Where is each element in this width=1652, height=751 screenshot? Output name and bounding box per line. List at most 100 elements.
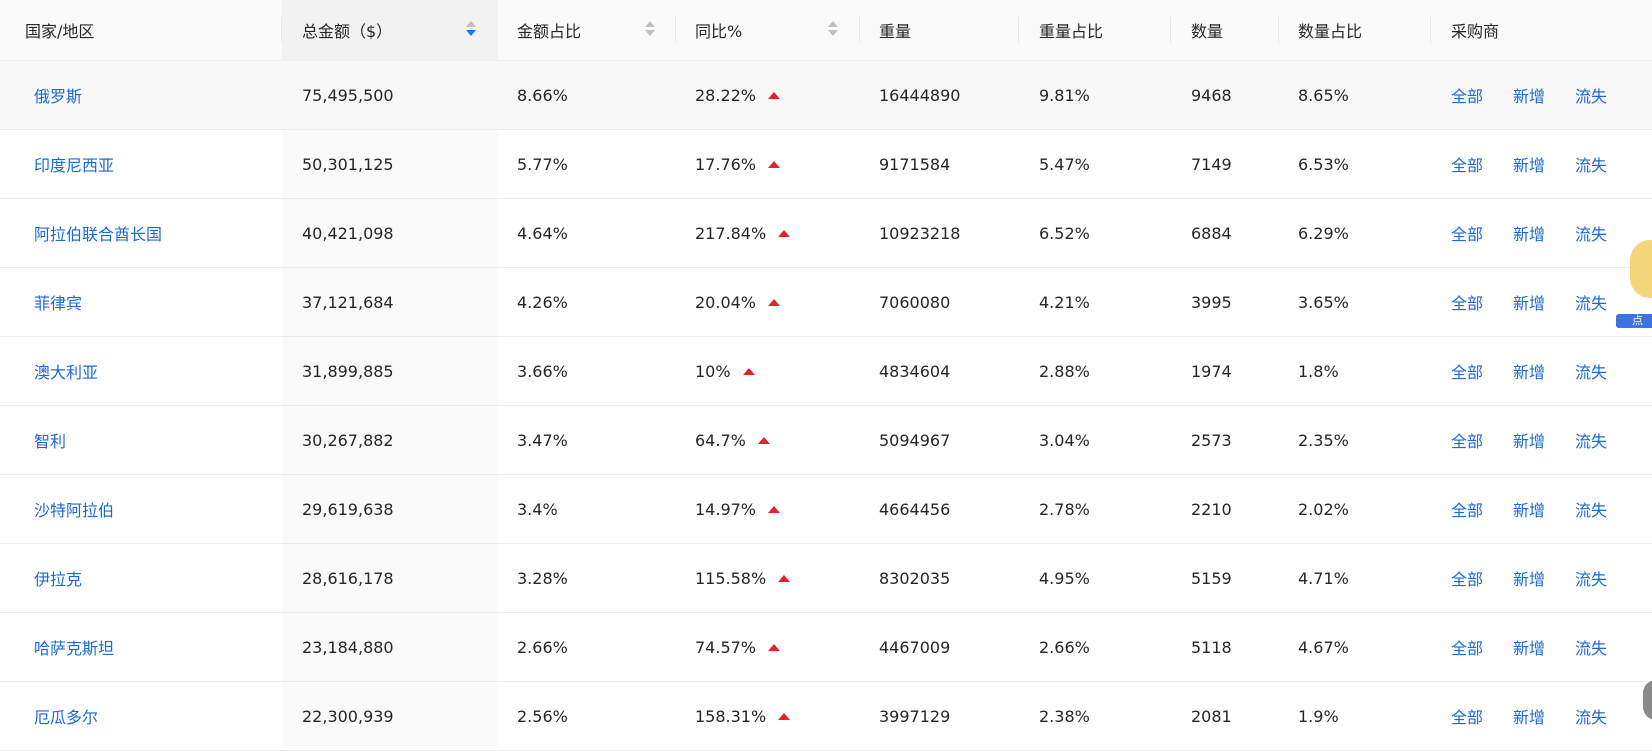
buyers-all-link[interactable]: 全部 <box>1451 566 1513 590</box>
sort-icon[interactable] <box>828 21 838 39</box>
cell-count-share: 6.53% <box>1298 154 1349 174</box>
cell-weight-share: 4.95% <box>1039 568 1090 588</box>
mascot-label: 点 <box>1616 314 1652 328</box>
buyers-all-link[interactable]: 全部 <box>1451 704 1513 728</box>
country-link[interactable]: 印度尼西亚 <box>34 130 114 198</box>
country-link[interactable]: 沙特阿拉伯 <box>34 475 114 543</box>
country-link[interactable]: 厄瓜多尔 <box>34 682 98 750</box>
column-header-weight: 重量 <box>879 22 912 41</box>
buyers-lost-link[interactable]: 流失 <box>1575 359 1637 383</box>
cell-weight: 5094967 <box>879 430 951 450</box>
cell-count: 5159 <box>1191 568 1232 588</box>
country-link[interactable]: 哈萨克斯坦 <box>34 613 114 681</box>
cell-weight: 4834604 <box>879 361 951 381</box>
buyer-actions: 全部 新增 流失 <box>1451 130 1637 198</box>
buyers-new-link[interactable]: 新增 <box>1513 83 1575 107</box>
buyers-lost-link[interactable]: 流失 <box>1575 83 1637 107</box>
cell-total: 31,899,885 <box>302 361 394 381</box>
mascot-head <box>1630 240 1652 298</box>
buyer-actions: 全部 新增 流失 <box>1451 199 1637 267</box>
buyer-actions: 全部 新增 流失 <box>1451 613 1637 681</box>
table-row: 印度尼西亚 50,301,125 5.77% 9171584 5.47% 7149 6.53… <box>0 130 1652 199</box>
cell-amount-share: 3.4% <box>517 499 558 519</box>
buyers-lost-link[interactable]: 流失 <box>1575 152 1637 176</box>
trend-up-icon <box>768 91 781 99</box>
buyers-all-link[interactable]: 全部 <box>1451 428 1513 452</box>
cell-count-share: 1.9% <box>1298 706 1339 726</box>
buyers-lost-link[interactable]: 流失 <box>1575 428 1637 452</box>
buyers-new-link[interactable]: 新增 <box>1513 359 1575 383</box>
buyers-lost-link[interactable]: 流失 <box>1575 497 1637 521</box>
table-row: 阿拉伯联合酋长国 40,421,098 4.64% 10923218 6.52% 6884… <box>0 199 1652 268</box>
cell-weight-share: 9.81% <box>1039 85 1090 105</box>
cell-weight: 10923218 <box>879 223 961 243</box>
buyers-lost-link[interactable]: 流失 <box>1575 635 1637 659</box>
buyers-new-link[interactable]: 新增 <box>1513 566 1575 590</box>
buyers-lost-link[interactable]: 流失 <box>1575 704 1637 728</box>
buyers-all-link[interactable]: 全部 <box>1451 290 1513 314</box>
buyer-actions: 全部 新增 流失 <box>1451 406 1637 474</box>
buyers-new-link[interactable]: 新增 <box>1513 497 1575 521</box>
column-separator <box>1430 17 1431 43</box>
cell-weight-share: 4.21% <box>1039 292 1090 312</box>
column-header-count: 数量 <box>1191 22 1224 41</box>
table-row: 俄罗斯 75,495,500 8.66% 16444890 9.81% 9468 8.65%… <box>0 61 1652 130</box>
sort-desc-icon[interactable] <box>466 21 476 39</box>
cell-count: 7149 <box>1191 154 1232 174</box>
buyers-lost-link[interactable]: 流失 <box>1575 566 1637 590</box>
cell-count-share: 2.02% <box>1298 499 1349 519</box>
cell-weight-share: 3.04% <box>1039 430 1090 450</box>
cell-yoy: 28.22% <box>695 61 781 129</box>
cell-weight: 16444890 <box>879 85 961 105</box>
table-row: 哈萨克斯坦 23,184,880 2.66% 4467009 2.66% 5118 4.67… <box>0 613 1652 682</box>
yoy-value: 17.76% <box>695 154 757 174</box>
trend-up-icon <box>768 298 781 306</box>
buyers-new-link[interactable]: 新增 <box>1513 221 1575 245</box>
country-link[interactable]: 智利 <box>34 406 66 474</box>
table-row: 厄瓜多尔 22,300,939 2.56% 3997129 2.38% 2081 1.9% 1… <box>0 682 1652 751</box>
cell-total: 37,121,684 <box>302 292 394 312</box>
column-header-weight-share: 重量占比 <box>1039 22 1104 41</box>
cell-total: 40,421,098 <box>302 223 394 243</box>
buyers-new-link[interactable]: 新增 <box>1513 428 1575 452</box>
country-trade-table: 国家/地区 总金额（$） 金额占比 同比% 重量 重量占比 数量 数量占比 采购… <box>0 0 1652 751</box>
floating-scroll-button[interactable] <box>1643 680 1652 720</box>
country-link[interactable]: 阿拉伯联合酋长国 <box>34 199 162 267</box>
country-link[interactable]: 菲律宾 <box>34 268 82 336</box>
buyers-all-link[interactable]: 全部 <box>1451 635 1513 659</box>
buyers-all-link[interactable]: 全部 <box>1451 83 1513 107</box>
cell-total: 30,267,882 <box>302 430 394 450</box>
cell-total: 75,495,500 <box>302 85 394 105</box>
cell-count-share: 4.67% <box>1298 637 1349 657</box>
buyers-new-link[interactable]: 新增 <box>1513 152 1575 176</box>
cell-total: 50,301,125 <box>302 154 394 174</box>
country-link[interactable]: 伊拉克 <box>34 544 82 612</box>
cell-weight: 4664456 <box>879 499 951 519</box>
trend-up-icon <box>778 229 791 237</box>
cell-count-share: 8.65% <box>1298 85 1349 105</box>
cell-count: 5118 <box>1191 637 1232 657</box>
cell-weight: 7060080 <box>879 292 951 312</box>
buyers-new-link[interactable]: 新增 <box>1513 635 1575 659</box>
cell-weight: 9171584 <box>879 154 951 174</box>
buyers-all-link[interactable]: 全部 <box>1451 152 1513 176</box>
assistant-mascot[interactable]: 点 <box>1616 240 1652 330</box>
buyers-new-link[interactable]: 新增 <box>1513 290 1575 314</box>
buyers-all-link[interactable]: 全部 <box>1451 497 1513 521</box>
cell-amount-share: 4.26% <box>517 292 568 312</box>
cell-amount-share: 5.77% <box>517 154 568 174</box>
cell-weight-share: 2.78% <box>1039 499 1090 519</box>
buyers-all-link[interactable]: 全部 <box>1451 359 1513 383</box>
country-link[interactable]: 澳大利亚 <box>34 337 98 405</box>
column-header-amount-share[interactable]: 金额占比 <box>517 0 581 60</box>
cell-yoy: 217.84% <box>695 199 791 267</box>
cell-weight-share: 2.88% <box>1039 361 1090 381</box>
column-header-yoy[interactable]: 同比% <box>695 0 742 60</box>
country-link[interactable]: 俄罗斯 <box>34 61 82 129</box>
column-header-total[interactable]: 总金额（$） <box>302 0 392 60</box>
cell-yoy: 158.31% <box>695 682 791 750</box>
buyers-all-link[interactable]: 全部 <box>1451 221 1513 245</box>
buyers-new-link[interactable]: 新增 <box>1513 704 1575 728</box>
cell-yoy: 17.76% <box>695 130 781 198</box>
sort-icon[interactable] <box>645 21 655 39</box>
